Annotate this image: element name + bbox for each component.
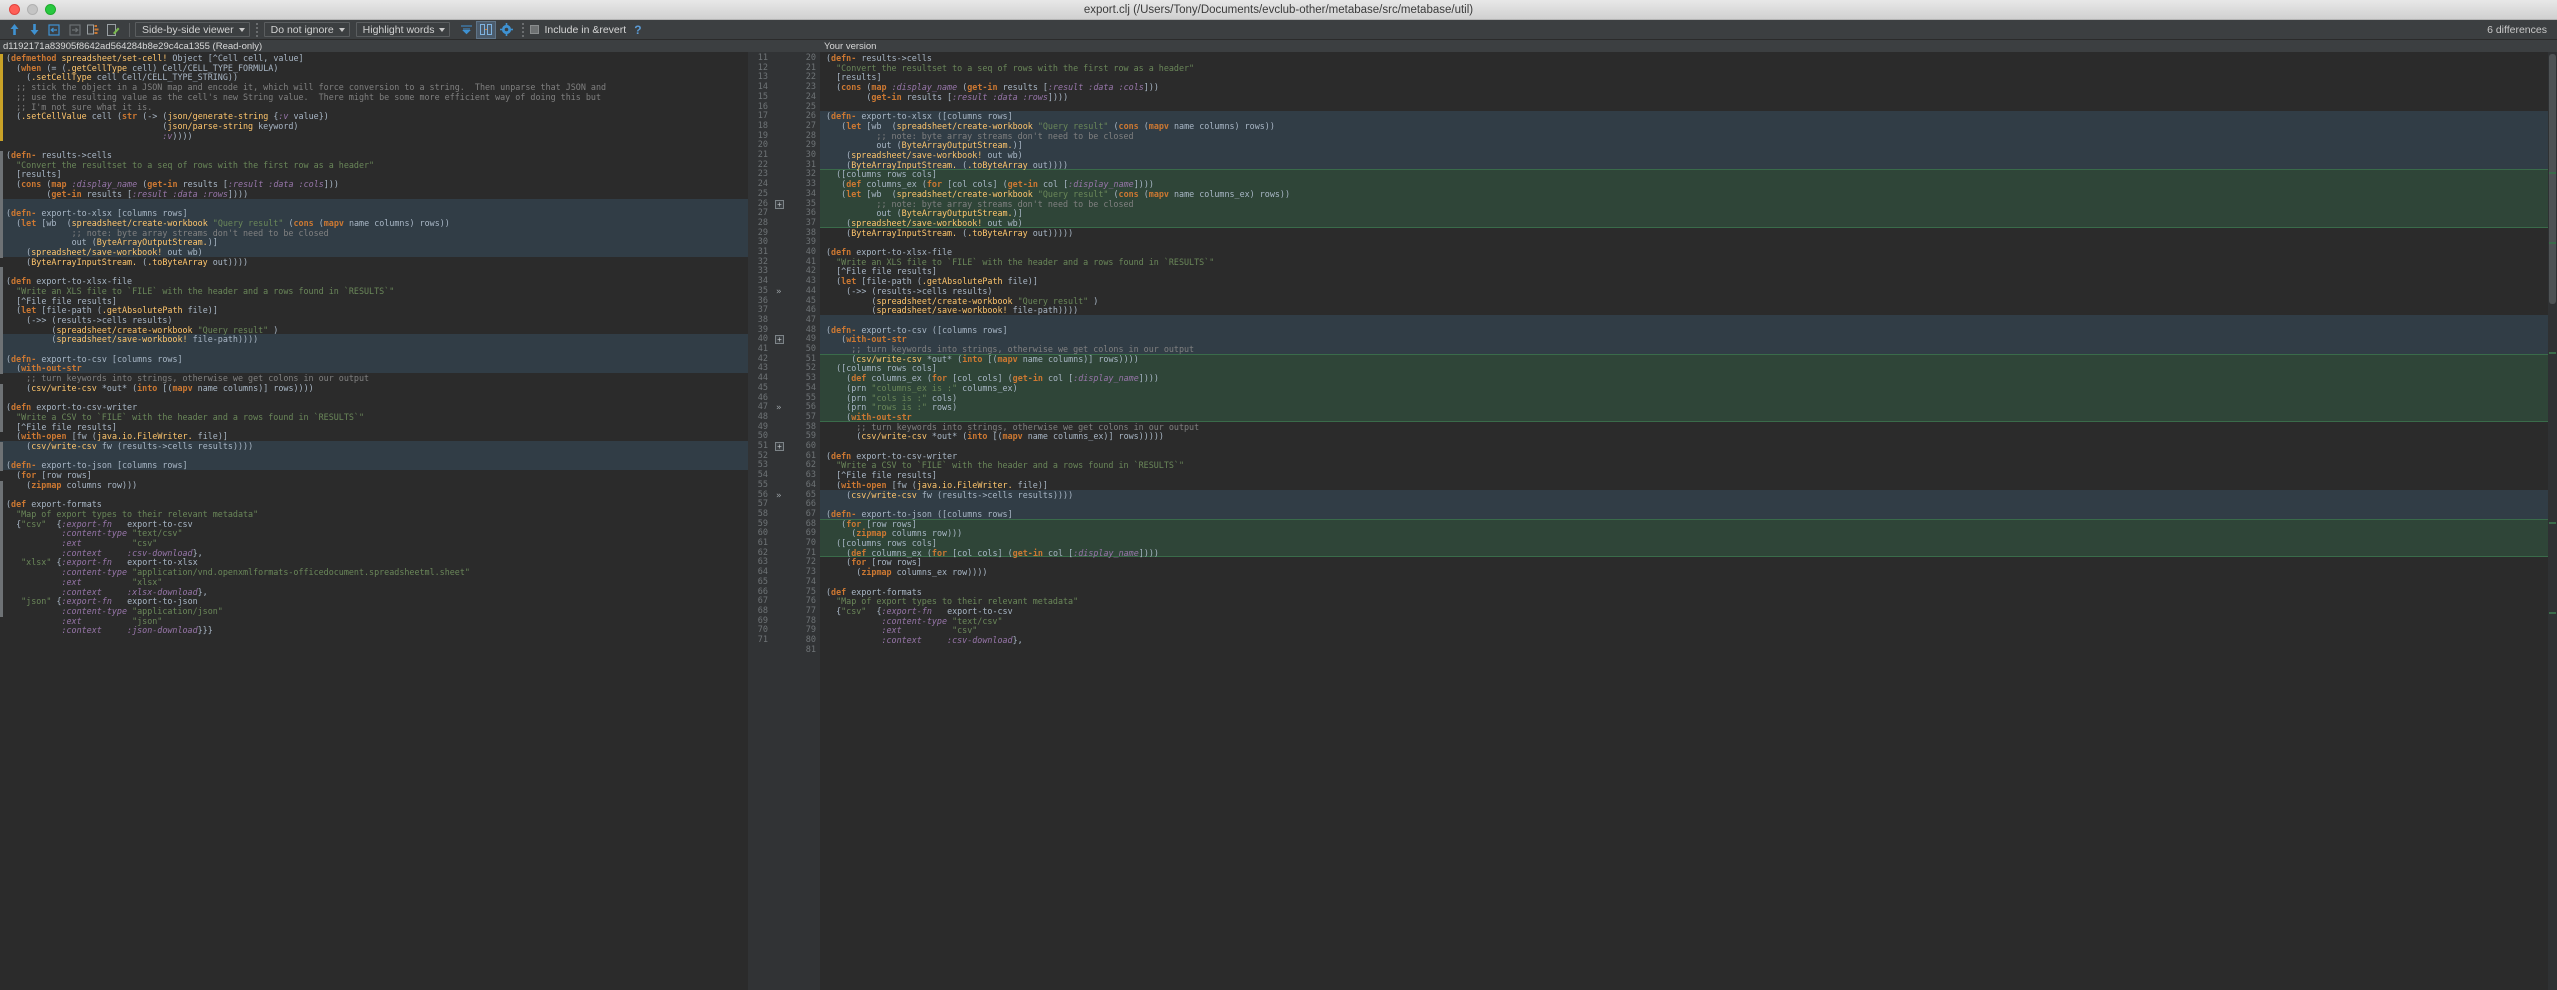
toolbar-separator — [129, 22, 130, 37]
window-title: export.clj (/Users/Tony/Documents/evclub… — [1083, 3, 1474, 16]
chevron-down-icon — [338, 27, 345, 32]
synchronize-scroll-icon[interactable] — [476, 20, 497, 39]
expand-change-icon[interactable]: » — [776, 491, 781, 501]
code-line: (csv/write-csv *out* (into [(mapv name c… — [26, 382, 314, 393]
expand-change-icon[interactable]: » — [776, 287, 781, 297]
left-editor-pane[interactable]: (defmethod spreadsheet/set-cell! Object … — [0, 52, 748, 990]
toolbar-drag-handle[interactable] — [255, 22, 258, 37]
chevron-down-icon — [238, 27, 245, 32]
accept-right-button[interactable] — [64, 21, 84, 39]
compare-files-icon[interactable] — [84, 21, 104, 39]
scrollbar-change-mark — [2549, 352, 2556, 354]
code-line: (zipmap columns row))) — [26, 479, 138, 490]
question-mark-icon[interactable]: ? — [634, 23, 641, 37]
toolbar-drag-handle-2[interactable] — [522, 22, 525, 37]
window-title-bar: export.clj (/Users/Tony/Documents/evclub… — [0, 0, 2557, 20]
right-pane-header: Your version — [824, 40, 877, 52]
apply-change-button[interactable]: + — [775, 335, 784, 345]
code-line: (csv/write-csv fw (results->cells result… — [846, 489, 1074, 500]
chevron-down-icon — [439, 27, 446, 32]
apply-change-button[interactable]: + — [775, 199, 784, 209]
previous-difference-button[interactable] — [4, 21, 24, 39]
highlight-mode-label: Highlight words — [362, 23, 435, 36]
left-pane-header: d1192171a83905f8642ad564284b8e29c4ca1355… — [3, 40, 263, 52]
code-line: (spreadsheet/save-workbook! file-path)))… — [51, 334, 259, 345]
expand-change-icon[interactable]: » — [776, 403, 781, 413]
left-line-number-column: 11 12 13 14 15 16 17 18 19 20 21 22 23 24 25 26 27 28 29 30… — [748, 52, 772, 990]
code-line: (csv/write-csv fw (results->cells result… — [26, 441, 254, 451]
vertical-scrollbar[interactable] — [2548, 52, 2557, 990]
right-line-number-column: 20 21 22 23 24 25 26 27 28 29 30 31 32 33 34 35 36 37 38 39… — [796, 52, 820, 990]
scrollbar-change-mark — [2549, 242, 2556, 244]
difference-count: 6 differences — [2487, 23, 2547, 36]
accept-left-button[interactable] — [44, 21, 64, 39]
include-in-revert-label: Include in &revert — [544, 23, 627, 36]
collapse-unchanged-icon[interactable] — [456, 21, 476, 39]
center-gutter[interactable]: 11 12 13 14 15 16 17 18 19 20 21 22 23 24 25 26 27 28 29 30… — [748, 52, 820, 990]
line-number: 71 — [757, 635, 768, 645]
code-line: (get-in results [:result :data :rows]))) — [866, 91, 1069, 102]
scrollbar-change-mark — [2549, 522, 2556, 524]
pane-headers: d1192171a83905f8642ad564284b8e29c4ca1355… — [0, 40, 2557, 52]
gear-icon[interactable] — [496, 21, 516, 39]
right-code-text: (defn- results->cells "Convert the resul… — [820, 52, 2557, 990]
scrollbar-change-mark — [2549, 612, 2556, 614]
diff-toolbar: Side-by-side viewer Do not ignore Highli… — [0, 20, 2557, 40]
code-line: :context :csv-download}, — [881, 635, 1023, 645]
right-editor-pane[interactable]: (defn- results->cells "Convert the resul… — [820, 52, 2557, 990]
viewer-mode-dropdown[interactable]: Side-by-side viewer — [135, 22, 250, 37]
code-line: :v)))) — [162, 130, 193, 141]
code-line: (ByteArrayInputStream. (.toByteArray out… — [846, 227, 1074, 238]
highlight-mode-dropdown[interactable]: Highlight words — [355, 22, 451, 37]
scrollbar-change-mark — [2549, 172, 2556, 174]
scrollbar-thumb[interactable] — [2549, 54, 2556, 304]
edit-icon[interactable] — [104, 21, 124, 39]
viewer-mode-label: Side-by-side viewer — [142, 23, 234, 36]
next-difference-button[interactable] — [24, 21, 44, 39]
code-line: (zipmap columns_ex row)))) — [856, 567, 988, 578]
code-line: (get-in results [:result :data :rows]))) — [46, 188, 249, 199]
code-line: (spreadsheet/save-workbook! file-path)))… — [871, 305, 1079, 316]
code-line: (ByteArrayInputStream. (.toByteArray out… — [26, 256, 249, 267]
ignore-policy-dropdown[interactable]: Do not ignore — [263, 22, 350, 37]
left-code-text: (defmethod spreadsheet/set-cell! Object … — [0, 52, 748, 990]
code-line: :context :json-download}}} — [61, 625, 213, 636]
code-line: (csv/write-csv *out* (into [(mapv name c… — [856, 431, 1164, 442]
diff-connector-column[interactable]: + » + » + » — [772, 52, 796, 990]
include-in-revert-checkbox[interactable] — [530, 25, 540, 34]
ignore-policy-label: Do not ignore — [270, 23, 334, 36]
diff-viewer: (defmethod spreadsheet/set-cell! Object … — [0, 52, 2557, 990]
apply-change-button[interactable]: + — [775, 442, 784, 451]
line-number: 81 — [805, 644, 816, 655]
